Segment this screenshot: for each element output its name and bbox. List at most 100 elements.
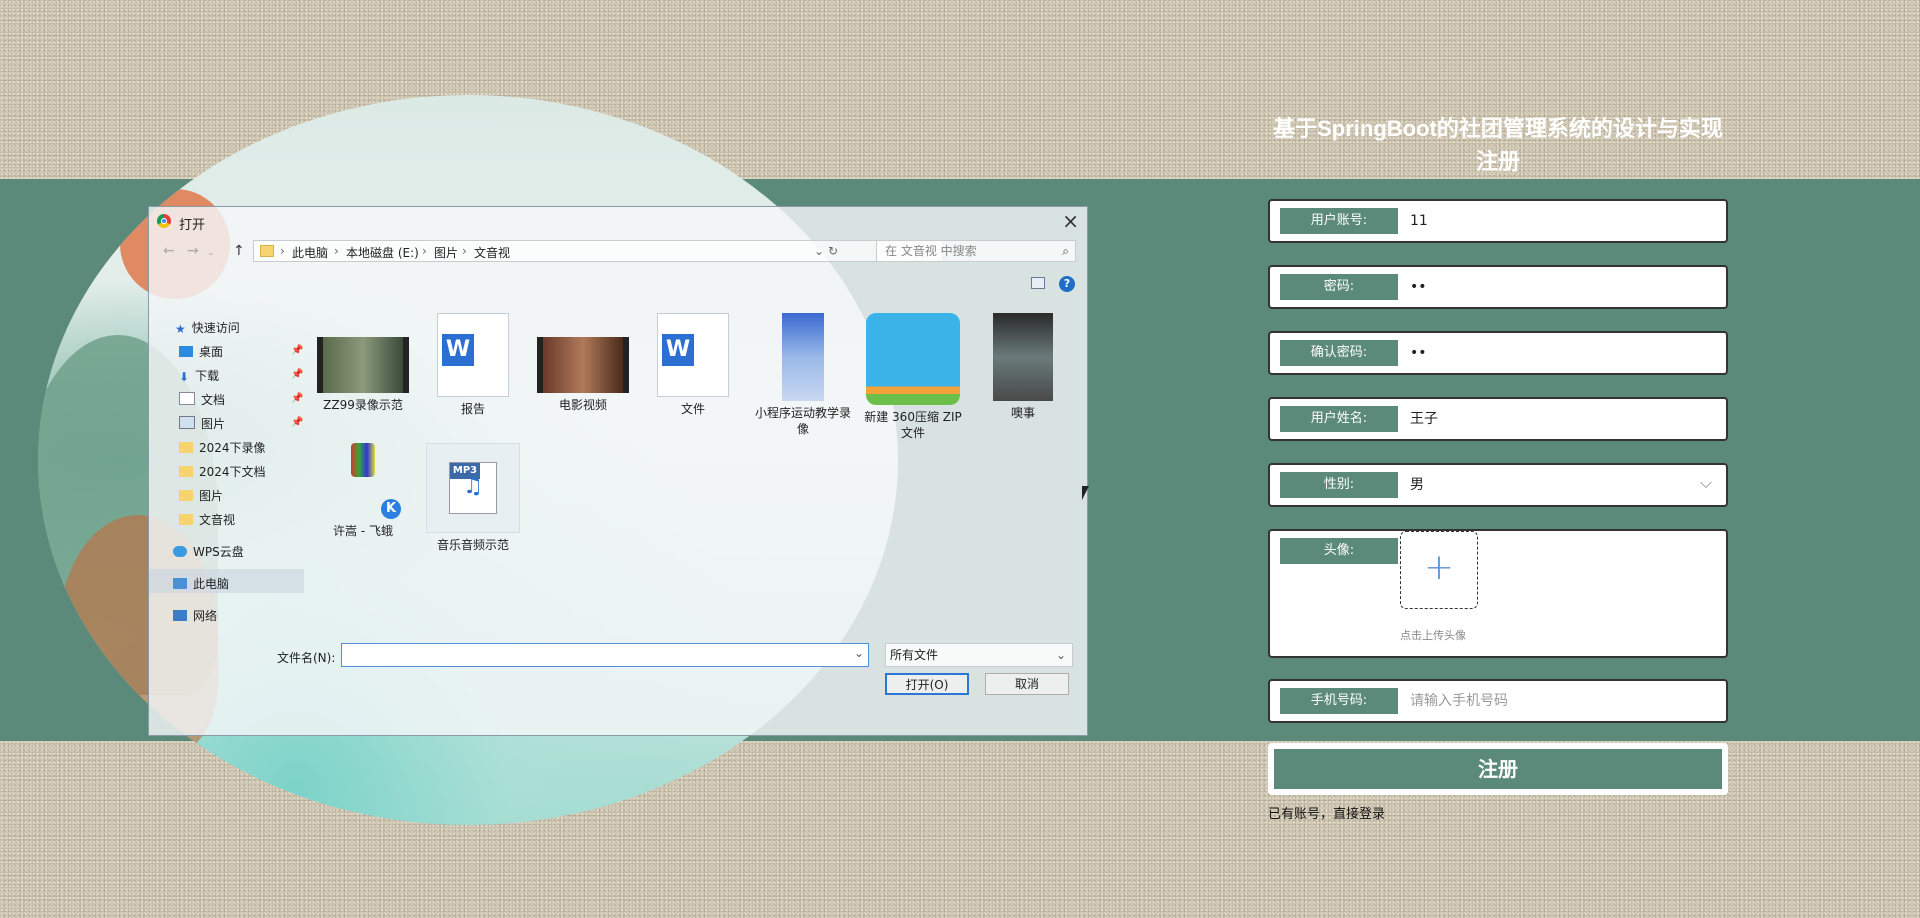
account-input[interactable]: 11 bbox=[1410, 201, 1428, 241]
breadcrumb-item[interactable]: 文音视 bbox=[474, 244, 510, 261]
chevron-down-icon: ⌄ bbox=[1055, 648, 1066, 662]
filename-label: 文件名(N): bbox=[277, 651, 336, 665]
document-icon bbox=[179, 392, 195, 405]
gender-value[interactable]: 男 bbox=[1410, 465, 1424, 505]
name-row[interactable]: 用户姓名: 王子 bbox=[1268, 397, 1728, 441]
mouse-cursor bbox=[1082, 486, 1089, 500]
sidebar-item-documents[interactable]: 文档 bbox=[179, 391, 225, 408]
close-button[interactable]: × bbox=[1062, 209, 1079, 233]
login-link[interactable]: 已有账号，直接登录 bbox=[1268, 803, 1385, 822]
cloud-icon bbox=[173, 546, 187, 557]
search-placeholder: 在 文音视 中搜索 bbox=[885, 244, 977, 258]
pin-icon: 📌 bbox=[291, 417, 304, 428]
up-icon[interactable]: ↑ bbox=[233, 243, 245, 259]
name-label: 用户姓名: bbox=[1280, 406, 1398, 432]
word-icon: W bbox=[657, 313, 729, 397]
folder-icon bbox=[179, 490, 193, 501]
file-item[interactable]: 噢事 bbox=[973, 313, 1073, 421]
folder-icon bbox=[179, 442, 193, 453]
mp3-icon: MP3 ♫ bbox=[426, 443, 520, 533]
page-title: 基于SpringBoot的社团管理系统的设计与实现 注册 bbox=[1240, 112, 1756, 178]
file-item[interactable]: K 许嵩 - 飞蛾 bbox=[313, 443, 413, 539]
video-thumbnail bbox=[537, 337, 629, 393]
sidebar-item-this-pc[interactable]: 此电脑 bbox=[173, 575, 229, 592]
breadcrumb-item[interactable]: 此电脑 bbox=[292, 244, 328, 261]
sidebar-item-folder[interactable]: 文音视 bbox=[179, 511, 235, 528]
chevron-down-icon[interactable]: ⌄ bbox=[814, 244, 824, 258]
sidebar-item-folder[interactable]: 2024下录像 bbox=[179, 439, 266, 456]
dialog-footer: 文件名(N): ⌄ 所有文件 ⌄ 打开(O) 取消 bbox=[149, 633, 1087, 737]
chrome-icon bbox=[157, 214, 171, 228]
breadcrumb-item[interactable]: 图片 bbox=[434, 244, 458, 261]
file-item[interactable]: 电影视频 bbox=[533, 313, 633, 413]
upload-hint: 点击上传头像 bbox=[1400, 629, 1466, 642]
dialog-title: 打开 bbox=[179, 218, 206, 233]
back-icon[interactable]: ← bbox=[163, 243, 175, 259]
sidebar-item-desktop[interactable]: 桌面 bbox=[179, 343, 223, 360]
chevron-down-icon[interactable]: ⌄ bbox=[854, 646, 864, 660]
confirm-password-input[interactable]: •• bbox=[1410, 333, 1427, 373]
phone-input[interactable]: 请输入手机号码 bbox=[1410, 681, 1508, 721]
search-icon[interactable]: ⌕ bbox=[1062, 241, 1069, 261]
folder-icon bbox=[179, 514, 193, 525]
register-button-frame[interactable]: 注册 bbox=[1268, 743, 1728, 795]
open-button[interactable]: 打开(O) bbox=[885, 673, 969, 695]
refresh-icon[interactable]: ↻ bbox=[828, 244, 838, 258]
chevron-down-icon[interactable]: ⌵ bbox=[1700, 473, 1712, 493]
sidebar-item-folder[interactable]: 2024下文档 bbox=[179, 463, 266, 480]
register-heading: 注册 bbox=[1475, 149, 1520, 174]
file-item[interactable]: MP3 ♫ 音乐音频示范 bbox=[423, 443, 523, 553]
pin-icon: 📌 bbox=[291, 393, 304, 404]
file-item[interactable]: W 文件 bbox=[643, 313, 743, 417]
address-bar[interactable]: › 此电脑 › 本地磁盘 (E:) › 图片 › 文音视 ⌄ ↻ bbox=[253, 240, 943, 262]
sidebar-item-network[interactable]: 网络 bbox=[173, 607, 217, 624]
recent-dropdown-icon[interactable]: ⌄ bbox=[207, 248, 215, 258]
sidebar-item-quick-access[interactable]: ★ 快速访问 bbox=[175, 319, 240, 336]
file-item[interactable]: 小程序运动教学录像 bbox=[753, 313, 853, 437]
star-icon: ★ bbox=[175, 322, 186, 336]
sidebar-item-downloads[interactable]: ⬇ 下载 bbox=[179, 367, 219, 384]
name-input[interactable]: 王子 bbox=[1410, 399, 1438, 439]
network-icon bbox=[173, 610, 187, 621]
file-item[interactable]: ZZ99录像示范 bbox=[313, 313, 413, 413]
video-thumbnail bbox=[993, 313, 1053, 401]
breadcrumb-item[interactable]: 本地磁盘 (E:) bbox=[346, 244, 419, 261]
dialog-titlebar: 打开 × bbox=[149, 207, 1087, 235]
confirm-password-row[interactable]: 确认密码: •• bbox=[1268, 331, 1728, 375]
file-open-dialog: 打开 × ← → ⌄ ↑ › 此电脑 › 本地磁盘 (E:) › 图片 › 文音… bbox=[148, 206, 1088, 736]
sidebar-item-pictures[interactable]: 图片 bbox=[179, 415, 225, 432]
cancel-button[interactable]: 取消 bbox=[985, 673, 1069, 695]
register-button[interactable]: 注册 bbox=[1274, 749, 1722, 789]
download-icon: ⬇ bbox=[179, 370, 190, 384]
password-row[interactable]: 密码: •• bbox=[1268, 265, 1728, 309]
file-item[interactable]: 新建 360压缩 ZIP 文件 bbox=[863, 313, 963, 441]
avatar-row: 头像: + 点击上传头像 bbox=[1268, 529, 1728, 658]
dialog-toolbar: ? bbox=[149, 271, 1087, 301]
navigation-bar: ← → ⌄ ↑ › 此电脑 › 本地磁盘 (E:) › 图片 › 文音视 ⌄ ↻… bbox=[149, 239, 1087, 265]
folder-icon bbox=[179, 466, 193, 477]
upload-button[interactable]: + bbox=[1400, 531, 1478, 609]
sidebar-item-wps-cloud[interactable]: WPS云盘 bbox=[173, 543, 244, 560]
plus-icon: + bbox=[1423, 547, 1455, 588]
file-item[interactable]: W 报告 bbox=[423, 313, 523, 417]
pin-icon: 📌 bbox=[291, 345, 304, 356]
audio-app-icon: K bbox=[323, 443, 403, 519]
gender-select[interactable]: 性别: 男 ⌵ bbox=[1268, 463, 1728, 507]
sidebar-item-folder[interactable]: 图片 bbox=[179, 487, 223, 504]
help-icon[interactable]: ? bbox=[1059, 276, 1075, 292]
password-label: 密码: bbox=[1280, 274, 1398, 300]
navigation-pane: ★ 快速访问 桌面 📌 ⬇ 下载 📌 文档 📌 图片 📌 2024下录像 2024下… bbox=[149, 303, 304, 633]
word-icon: W bbox=[437, 313, 509, 397]
filetype-select[interactable]: 所有文件 ⌄ bbox=[885, 643, 1073, 667]
search-input[interactable]: 在 文音视 中搜索 ⌕ bbox=[876, 240, 1076, 262]
avatar-label: 头像: bbox=[1280, 538, 1398, 564]
password-input[interactable]: •• bbox=[1410, 267, 1427, 307]
filename-input[interactable]: ⌄ bbox=[341, 643, 869, 667]
phone-label: 手机号码: bbox=[1280, 688, 1398, 714]
folder-icon bbox=[260, 245, 274, 257]
forward-icon[interactable]: → bbox=[187, 243, 199, 259]
phone-row[interactable]: 手机号码: 请输入手机号码 bbox=[1268, 679, 1728, 723]
account-row[interactable]: 用户账号: 11 bbox=[1268, 199, 1728, 243]
pin-icon: 📌 bbox=[291, 369, 304, 380]
preview-pane-icon[interactable] bbox=[1031, 277, 1045, 289]
